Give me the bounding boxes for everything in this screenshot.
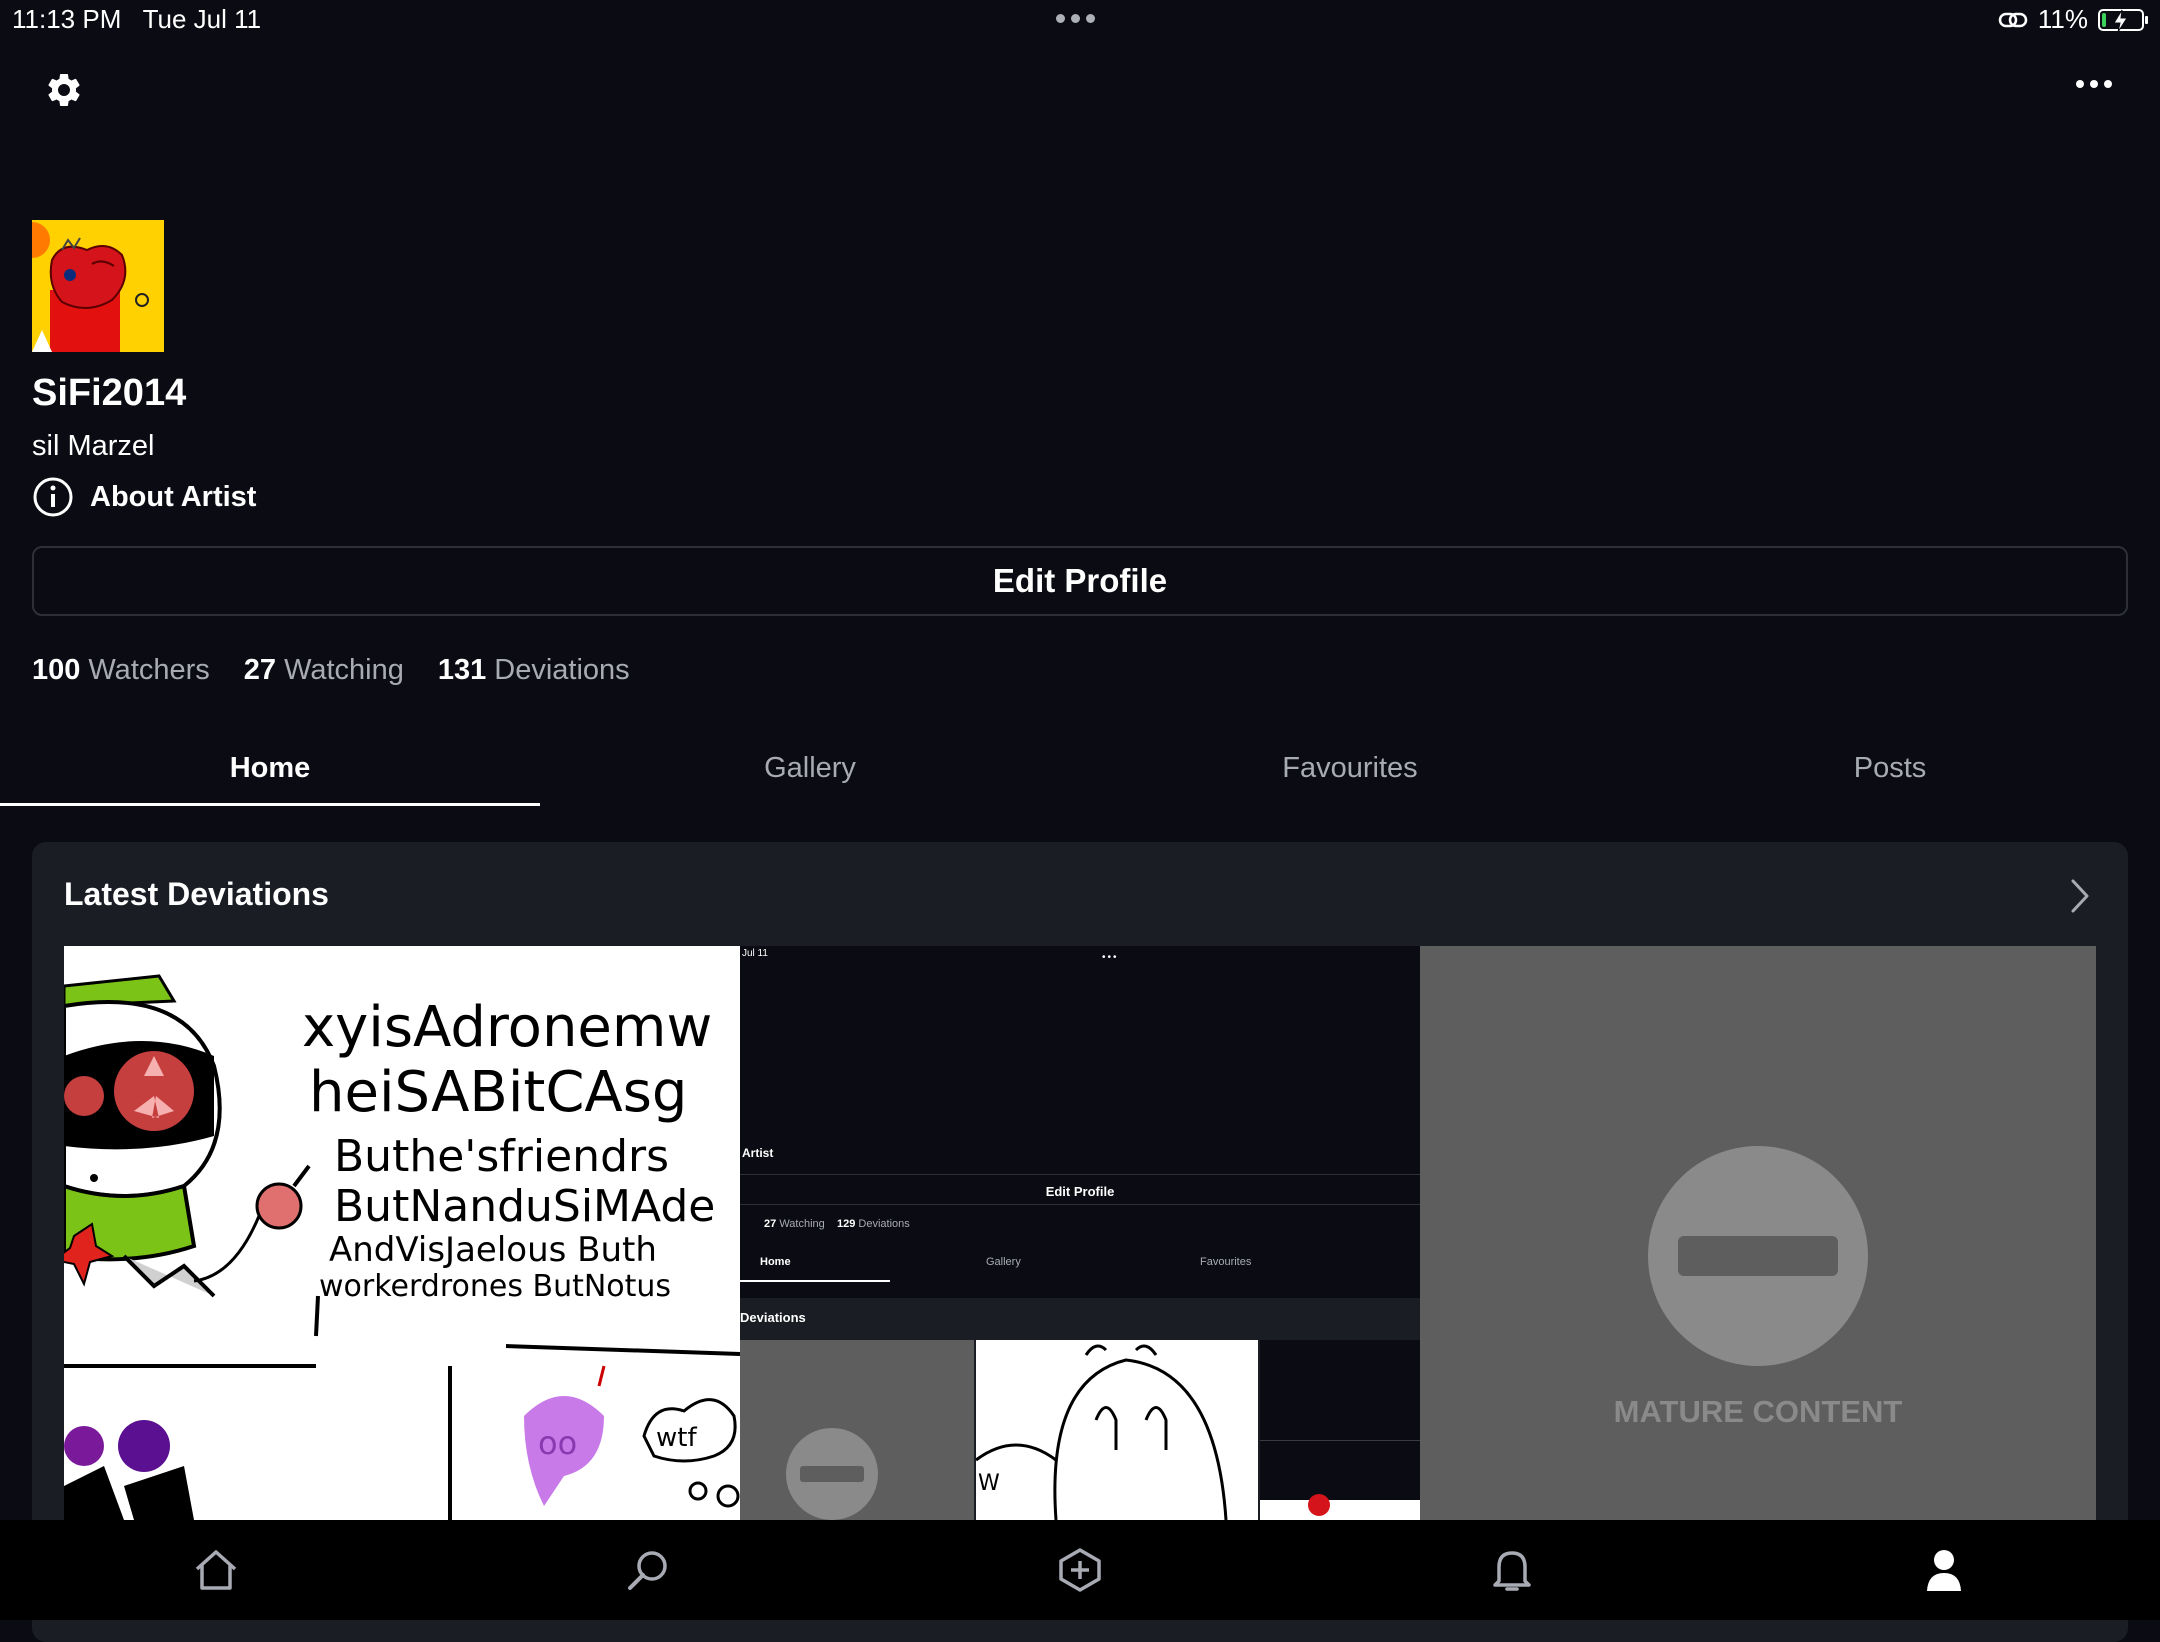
link-icon (1998, 12, 2028, 27)
drawing-text-line-2: heiSABitCAsg (309, 1060, 687, 1125)
mini-watching-label: Watching (779, 1218, 825, 1230)
nav-create[interactable] (864, 1520, 1296, 1620)
mini-artist-label: Artist (742, 1146, 774, 1160)
more-options-button[interactable] (2076, 80, 2112, 88)
svg-text:W: W (978, 1471, 1000, 1496)
tab-posts[interactable]: Posts (1620, 730, 2160, 806)
gear-icon (48, 73, 80, 106)
bottom-navigation (0, 1520, 2160, 1620)
drawing-cloud-text: wtf (656, 1423, 697, 1453)
watching-count: 27 (243, 654, 277, 686)
mature-block-icon (1648, 1146, 1868, 1366)
deviation-thumbnail-1[interactable]: xyisAdronemw heiSABitCAsg Buthe'sfriendr… (64, 946, 740, 1520)
add-icon (1059, 1548, 1101, 1592)
deviations-count: 131 (437, 654, 487, 686)
status-clock: 11:13 PM (12, 4, 122, 34)
edit-profile-button[interactable]: Edit Profile (32, 546, 2128, 616)
home-icon (195, 1550, 237, 1590)
info-icon (33, 477, 73, 517)
about-artist-label: About Artist (90, 480, 257, 513)
search-icon (628, 1551, 667, 1590)
watchers-stat[interactable]: 100 Watchers (32, 654, 210, 687)
deviations-stat[interactable]: 131 Deviations (438, 654, 630, 687)
profile-stats: 100 Watchers 27 Watching 131 Deviations (32, 654, 630, 687)
mini-deviations-count: 129 (837, 1218, 856, 1230)
latest-deviations-title: Latest Deviations (64, 876, 329, 912)
tab-favourites[interactable]: Favourites (1080, 730, 1620, 806)
real-name: sil Marzel (32, 430, 155, 462)
chevron-right-icon (2071, 879, 2089, 913)
latest-deviations-more-button[interactable] (2068, 878, 2092, 919)
drawing-artwork: xyisAdronemw heiSABitCAsg Buthe'sfriendr… (64, 974, 740, 1520)
multitasking-dots[interactable] (1056, 10, 1101, 28)
about-artist-link[interactable]: About Artist (32, 476, 256, 518)
deviations-label: Deviations (494, 654, 630, 686)
nav-search[interactable] (432, 1520, 864, 1620)
mini-edit-profile: Edit Profile (1045, 1184, 1115, 1199)
mini-watching-count: 27 (764, 1218, 777, 1230)
notifications-icon (1493, 1551, 1531, 1591)
profile-icon (1927, 1550, 1961, 1591)
mini-deviations-label: Deviations (858, 1218, 910, 1230)
drawing-bubble-text: oo (538, 1424, 577, 1462)
username: SiFi2014 (32, 372, 187, 414)
drawing-text-line-1: xyisAdronemw (302, 995, 712, 1060)
drawing-text-line-4: ButNanduSiMAde (334, 1181, 715, 1232)
mini-tab-home: Home (760, 1256, 791, 1268)
watching-stat[interactable]: 27 Watching (244, 654, 404, 687)
mini-date: Jul 11 (742, 948, 768, 959)
nav-profile[interactable] (1728, 1520, 2160, 1620)
profile-tabs: Home Gallery Favourites Posts (0, 730, 2160, 806)
mini-tab-favourites: Favourites (1200, 1256, 1252, 1268)
mature-content-label: MATURE CONTENT (1613, 1394, 1903, 1429)
watchers-count: 100 (32, 654, 81, 686)
battery-charging-icon (2098, 8, 2148, 32)
nav-notifications[interactable] (1296, 1520, 1728, 1620)
drawing-text-line-3: Buthe'sfriendrs (334, 1131, 669, 1182)
status-time: 11:13 PM Tue Jul 11 (12, 4, 261, 35)
drawing-text-line-6: workerdrones ButNotus (319, 1269, 671, 1304)
mini-section-title: Deviations (740, 1310, 806, 1325)
tab-gallery[interactable]: Gallery (540, 730, 1080, 806)
status-indicators: 11% (1998, 4, 2148, 35)
battery-percent: 11% (2037, 4, 2088, 34)
deviation-thumbnail-3[interactable]: MATURE CONTENT (1420, 946, 2096, 1520)
deviation-thumbnail-2[interactable]: Jul 11 ••• Artist Edit Profile 27 Watchi… (740, 946, 1420, 1520)
settings-button[interactable] (44, 70, 84, 110)
avatar-image (32, 220, 164, 352)
watching-label: Watching (284, 654, 404, 686)
mini-stats: 27 Watching 129 Deviations (764, 1218, 910, 1230)
watchers-label: Watchers (88, 654, 210, 686)
avatar[interactable] (32, 220, 164, 352)
status-date: Tue Jul 11 (142, 4, 262, 34)
mini-tab-gallery: Gallery (986, 1256, 1021, 1268)
mini-drawing: W (976, 1344, 1228, 1520)
tab-home[interactable]: Home (0, 730, 540, 806)
nav-home[interactable] (0, 1520, 432, 1620)
mini-dots: ••• (1102, 952, 1119, 963)
drawing-text-line-5: AndVisJaelous Buth (329, 1230, 657, 1270)
